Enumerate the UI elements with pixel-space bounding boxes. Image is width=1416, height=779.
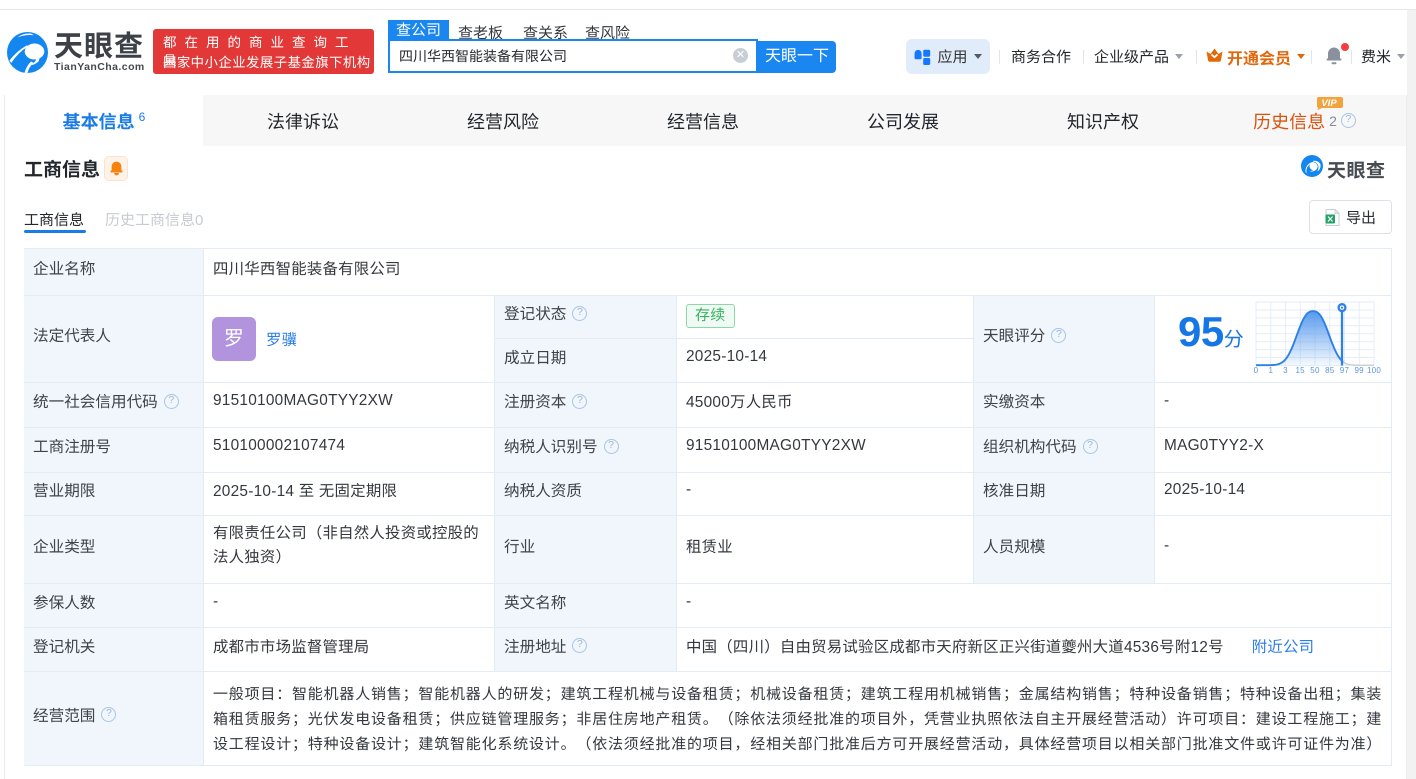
svg-text:97: 97 <box>1340 366 1350 375</box>
svg-text:15: 15 <box>1295 366 1305 375</box>
svg-text:100: 100 <box>1367 366 1381 375</box>
svg-text:99: 99 <box>1354 366 1364 375</box>
svg-text:85: 85 <box>1325 366 1335 375</box>
svg-text:50: 50 <box>1310 366 1320 375</box>
svg-text:VIP: VIP <box>1321 98 1337 109</box>
svg-text:3: 3 <box>1283 366 1288 375</box>
svg-text:1: 1 <box>1268 366 1273 375</box>
svg-text:0: 0 <box>1254 366 1259 375</box>
